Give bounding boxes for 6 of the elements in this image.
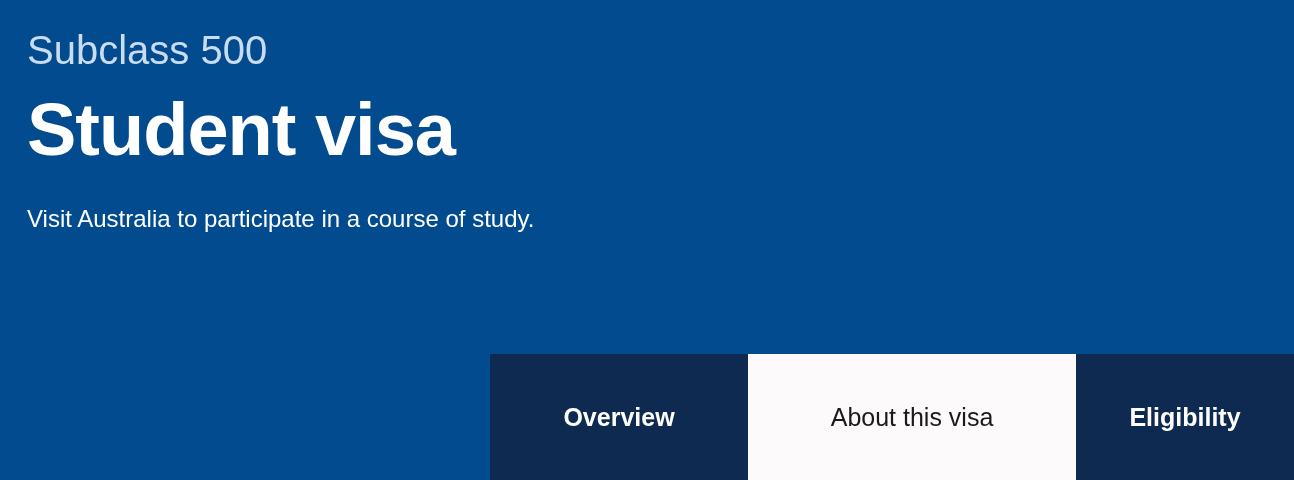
tab[interactable]: Overview bbox=[490, 354, 748, 480]
tab[interactable]: Eligibility bbox=[1076, 354, 1294, 480]
tab[interactable]: About this visa bbox=[748, 354, 1076, 480]
visa-subclass: Subclass 500 bbox=[27, 27, 269, 74]
visa-description: Visit Australia to participate in a course of study. bbox=[27, 204, 536, 234]
page-title: Student visa bbox=[27, 88, 457, 172]
